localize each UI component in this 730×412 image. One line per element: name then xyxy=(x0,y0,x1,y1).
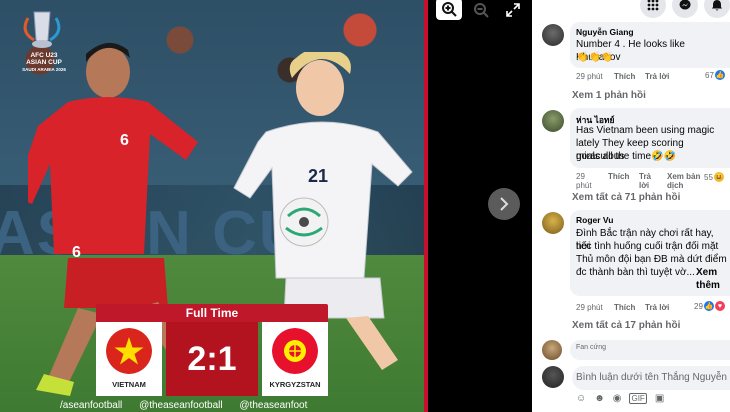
sticker-icon[interactable]: ▣ xyxy=(655,393,664,404)
comment-emoji: 👏👏👏 xyxy=(576,52,614,63)
reaction-count: 29 xyxy=(694,301,703,311)
player-left-number: 6 xyxy=(120,132,129,149)
comments-panel: Nguyễn Giang Number 4 . He looks like Kh… xyxy=(532,0,730,412)
viewer-controls xyxy=(428,0,532,412)
like-link[interactable]: Thích xyxy=(614,72,635,81)
comment-author[interactable]: Roger Vu xyxy=(576,215,613,225)
comment-author[interactable]: Nguyễn Giang xyxy=(576,27,634,37)
comment-text-line: goals all the time🤣🤣 xyxy=(576,151,676,162)
post-photo[interactable]: ASIAN CUP AFC U23 ASIAN CUP SAUDI ARABIA… xyxy=(0,0,424,412)
reply-link[interactable]: Trả lời xyxy=(645,303,669,312)
reaction-summary[interactable]: 29 👍 ♥ xyxy=(694,301,725,311)
kyrgyzstan-flag-icon xyxy=(272,328,318,374)
like-link[interactable]: Thích xyxy=(608,172,629,181)
reaction-count: 55 xyxy=(704,172,713,182)
vietnam-flag-icon xyxy=(106,328,152,374)
comment-text-line: Has Vietnam been using magic xyxy=(576,125,715,136)
scorecard-header: Full Time xyxy=(96,304,328,322)
messenger-button[interactable] xyxy=(672,0,698,18)
home-team-box: VIETNAM xyxy=(96,322,162,396)
composer-tools: ☺ ☻ ◉ GIF ▣ xyxy=(576,393,664,404)
comment-text-line: tiếc tình huống cuối trận đối mặt xyxy=(576,241,719,252)
gif-icon[interactable]: GIF xyxy=(629,393,647,404)
avatar[interactable] xyxy=(542,110,564,132)
fullscreen-button[interactable] xyxy=(500,0,526,20)
menu-button[interactable] xyxy=(640,0,666,18)
away-team-name: KYRGYZSTAN xyxy=(269,380,321,389)
player-left-shorts-number: 6 xyxy=(72,244,81,261)
home-team-name: VIETNAM xyxy=(112,380,146,389)
current-user-avatar[interactable] xyxy=(542,366,564,388)
match-score: 2:1 xyxy=(166,322,258,396)
avatar[interactable] xyxy=(542,212,564,234)
reaction-summary[interactable]: 55 😆 xyxy=(704,172,724,182)
x-credit: @theaseanfoot xyxy=(239,400,308,411)
like-reaction-icon: 👍 xyxy=(714,70,725,80)
like-reaction-icon: 👍 xyxy=(703,301,714,311)
emoji-icon[interactable]: ☻ xyxy=(594,393,605,404)
scorecard: Full Time VIETNAM 2:1 KYRGYZSTAN xyxy=(96,304,328,396)
soccer-ball xyxy=(279,197,329,247)
reply-link[interactable]: Trả lời xyxy=(645,72,669,81)
reaction-count: 67 xyxy=(705,70,714,80)
fan-badge: Fan cứng xyxy=(576,344,606,351)
notifications-button[interactable] xyxy=(704,0,730,18)
view-replies-link[interactable]: Xem 1 phản hồi xyxy=(572,90,646,101)
comment-time[interactable]: 29 phút xyxy=(576,72,603,81)
comment-time[interactable]: 29 phút xyxy=(576,172,598,190)
zoom-out-icon xyxy=(474,3,489,18)
facebook-credit: /aseanfootball xyxy=(60,400,123,411)
reaction-summary[interactable]: 67 👍 xyxy=(705,70,725,80)
reply-link[interactable]: Trả lời xyxy=(639,172,659,190)
like-link[interactable]: Thích xyxy=(614,303,635,312)
love-reaction-icon: ♥ xyxy=(714,301,725,311)
haha-reaction-icon: 😆 xyxy=(713,172,724,182)
bell-icon xyxy=(712,0,722,11)
comment-time[interactable]: 29 phút xyxy=(576,303,603,312)
translate-link[interactable]: Xem bản dịch xyxy=(667,172,703,190)
zoom-out-button[interactable] xyxy=(468,0,494,20)
view-replies-link[interactable]: Xem tất cả 17 phản hồi xyxy=(572,320,680,331)
instagram-credit: @theaseanfootball xyxy=(139,400,223,411)
comment-text-line: đc thành bàn thì tuyệt vờ... xyxy=(576,267,695,278)
avatar-sticker-icon[interactable]: ☺ xyxy=(576,393,586,404)
chevron-right-icon xyxy=(500,197,509,211)
photo-credits: /aseanfootball @theaseanfootball @thease… xyxy=(60,400,321,411)
camera-icon[interactable]: ◉ xyxy=(613,393,622,404)
zoom-in-icon xyxy=(442,2,457,17)
avatar[interactable] xyxy=(542,340,562,360)
comment-text-line: Thủ môn đội bạn ĐB mà dứt điểm xyxy=(576,254,727,265)
view-replies-link[interactable]: Xem tất cả 71 phản hồi xyxy=(572,192,680,203)
comment-input-placeholder: Bình luận dưới tên Thắng Nguyễn xyxy=(576,372,727,383)
fullscreen-icon xyxy=(506,3,520,17)
zoom-in-button[interactable] xyxy=(436,0,462,20)
away-team-box: KYRGYZSTAN xyxy=(262,322,328,396)
messenger-icon xyxy=(679,0,691,10)
avatar[interactable] xyxy=(542,24,564,46)
see-more-link[interactable]: Xem thêm xyxy=(696,266,730,292)
grid-menu-icon xyxy=(647,0,659,11)
next-photo-button[interactable] xyxy=(488,188,520,220)
player-right-number: 21 xyxy=(308,166,329,186)
